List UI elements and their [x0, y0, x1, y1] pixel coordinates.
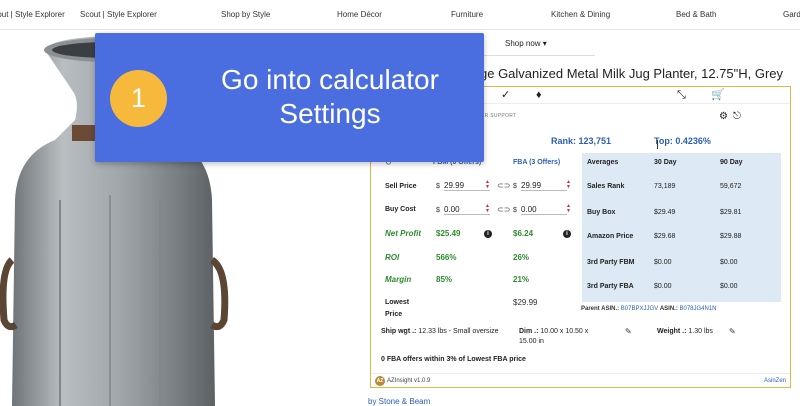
fba-offers-note-text: 0 FBA offers within 3% of Lowest FBA pri… — [381, 356, 526, 363]
avg-row-label: Amazon Price — [587, 233, 634, 240]
edit-icon[interactable]: ✎ — [729, 327, 736, 336]
nav-item-shop-by-style[interactable]: Shop by Style — [221, 10, 270, 19]
avg-row-90: $29.81 — [720, 209, 742, 216]
avg-row-90: $29.88 — [720, 233, 742, 240]
fba-sell-stepper[interactable]: ▲ ▼ — [566, 180, 571, 190]
fbm-buy-cost-input[interactable] — [444, 204, 490, 215]
avg-row-90: $0.00 — [720, 283, 738, 290]
fba-sell-price-input[interactable] — [521, 180, 567, 191]
fbm-sell-price-input[interactable] — [444, 180, 490, 191]
fbm-roi: 566% — [436, 253, 457, 262]
currency-symbol: $ — [436, 207, 440, 214]
product-title: ge Galvanized Metal Milk Jug Planter, 12… — [480, 66, 784, 81]
cart-icon[interactable]: 🛒 — [711, 88, 725, 102]
fba-cost-stepper[interactable]: ▲ ▼ — [566, 204, 571, 214]
buy-cost-label: Buy Cost — [385, 206, 416, 213]
asin-line: Parent ASIN.: B07BPXJJGV ASIN.: B078JG4N… — [581, 306, 717, 312]
parent-asin-link[interactable]: B07BPXJJGV — [621, 306, 658, 312]
fba-info-icon[interactable]: i — [563, 230, 571, 238]
fba-header[interactable]: FBA (3 Offers) — [513, 159, 560, 166]
subnav-divider — [470, 55, 595, 56]
avg-row-30: $0.00 — [654, 283, 672, 290]
asin-label: ASIN.: — [659, 306, 678, 312]
panel-footer: AZ AZInsight v1.0.9 AsinZen — [371, 373, 790, 388]
profit-calculator: ↻ FBM (0 Offers) FBA (3 Offers) Sell Pri… — [371, 153, 582, 323]
fba-offers-note: 0 FBA offers within 3% of Lowest FBA pri… — [381, 355, 526, 365]
margin-label: Margin — [385, 275, 412, 284]
fbm-sell-stepper[interactable]: ▲ ▼ — [485, 180, 490, 190]
avg-row-30: 73,189 — [654, 183, 676, 190]
avg-row-30: $29.49 — [654, 209, 676, 216]
avg-row-label: 3rd Party FBA — [587, 283, 634, 290]
fbm-cost-stepper[interactable]: ▲ ▼ — [485, 204, 490, 214]
azinsight-version: AZInsight v1.0.9 — [387, 378, 431, 384]
fbm-net-profit: $25.49 — [436, 229, 461, 238]
nav-item-home-decor[interactable]: Home Décor — [337, 10, 382, 19]
fba-margin: 21% — [513, 275, 530, 284]
callout-line-2: Settings — [279, 98, 381, 129]
parent-asin-label: Parent ASIN.: — [581, 306, 620, 312]
nav-item-style-explorer[interactable]: Scout | Style Explorer — [80, 10, 157, 19]
azinsight-logo: AZ — [375, 376, 385, 386]
avg-row-label: Sales Rank — [587, 183, 625, 190]
brand-byline[interactable]: by Stone & Beam — [368, 397, 430, 406]
avg-row-90: 59,672 — [720, 183, 742, 190]
checkmark-icon[interactable]: ✓ — [501, 88, 510, 102]
nav-item-kitchen-dining[interactable]: Kitchen & Dining — [551, 10, 610, 19]
avg-row-30: $0.00 — [654, 259, 672, 266]
averages-header: Averages — [587, 159, 619, 166]
net-profit-label: Net Profit — [385, 229, 421, 238]
edit-icon[interactable]: ✎ — [625, 327, 632, 336]
nav-item-0[interactable]: Scout | Style Explorer — [0, 10, 65, 19]
nav-item-furniture[interactable]: Furniture — [451, 10, 483, 19]
fire-icon[interactable]: ♦ — [536, 88, 542, 102]
sell-price-label: Sell Price — [385, 183, 417, 190]
avg-row-90: $0.00 — [720, 259, 738, 266]
asin-link[interactable]: B078JG4N1N — [680, 306, 717, 312]
weight-label: Weight .: — [657, 328, 687, 335]
col-90-day: 90 Day — [720, 159, 743, 166]
ship-weight-value: 12.33 lbs - Small oversize — [418, 328, 499, 335]
currency-symbol: $ — [513, 183, 517, 190]
roi-label: ROI — [385, 253, 400, 262]
fba-roi: 26% — [513, 253, 530, 262]
avg-row-label: Buy Box — [587, 209, 616, 216]
fbm-margin: 85% — [436, 275, 453, 284]
dimensions: Dim .: 10.00 x 10.50 x 15.00 in — [519, 327, 601, 347]
sales-rank: Rank: 123,751 — [551, 136, 612, 146]
avg-row-label: 3rd Party FBM — [587, 259, 635, 266]
ship-weight-label: Ship wgt .: — [381, 328, 417, 335]
dimensions-label: Dim .: — [519, 328, 539, 335]
weight: Weight .: 1.30 lbs — [657, 327, 715, 337]
fbm-info-icon[interactable]: i — [484, 230, 492, 238]
top-nav: Scout | Style Explorer Scout | Style Exp… — [0, 0, 800, 30]
currency-symbol: $ — [436, 183, 440, 190]
fba-net-profit: $6.24 — [513, 229, 534, 238]
gear-icon[interactable]: ⚙ — [719, 111, 728, 122]
nav-item-bed-bath[interactable]: Bed & Bath — [676, 10, 716, 19]
avg-row-30: $29.68 — [654, 233, 676, 240]
mouse-cursor-icon — [657, 140, 663, 149]
collapse-icon[interactable]: ⤡ — [677, 88, 686, 102]
fba-lowest-price: $29.99 — [513, 298, 538, 307]
panel-tabs[interactable]: ER SUPPORT — [481, 113, 516, 119]
signout-icon[interactable]: ⎋ — [733, 111, 741, 122]
callout-line-1: Go into calculator — [221, 64, 439, 95]
currency-symbol: $ — [513, 207, 517, 214]
step-number-badge: 1 — [110, 70, 167, 127]
weight-value: 1.30 lbs — [688, 328, 713, 335]
ship-weight: Ship wgt .: 12.33 lbs - Small oversize — [381, 327, 511, 337]
averages-table: Averages 30 Day 90 Day Sales Rank 73,189… — [582, 153, 781, 302]
col-30-day: 30 Day — [654, 159, 677, 166]
nav-item-garden[interactable]: Gard — [783, 10, 800, 19]
shop-now-dropdown[interactable]: Shop now ▾ — [505, 39, 547, 48]
link-price-icon[interactable]: ⊂⊃ — [497, 181, 510, 190]
tutorial-callout: 1 Go into calculator Settings — [95, 33, 484, 162]
unlink-cost-icon[interactable]: ⊂⊃ — [497, 205, 510, 214]
asinzen-link[interactable]: AsinZen — [764, 378, 786, 384]
fba-buy-cost-input[interactable] — [521, 204, 567, 215]
lowest-price-label: Lowest Price — [385, 299, 410, 318]
